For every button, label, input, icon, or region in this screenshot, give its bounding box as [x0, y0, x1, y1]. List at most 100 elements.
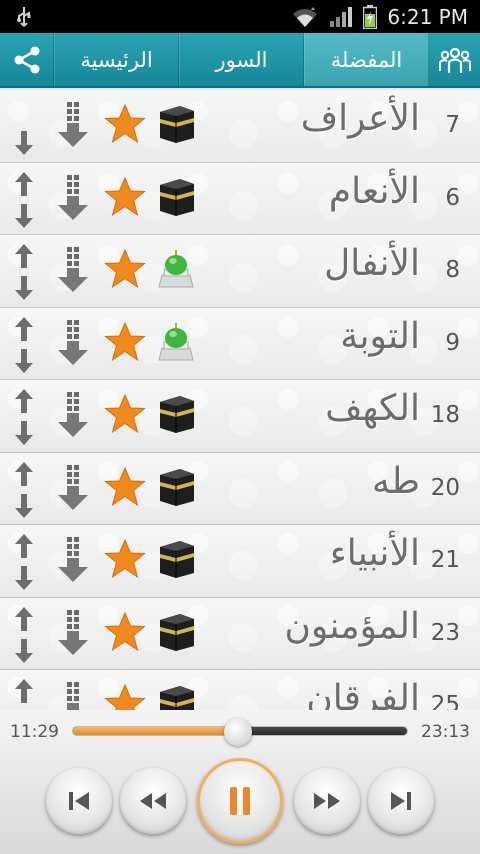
- list-item[interactable]: الكهف 18: [0, 380, 480, 453]
- people-button[interactable]: [429, 33, 480, 86]
- move-up-icon[interactable]: [12, 243, 36, 273]
- reorder-controls: [12, 459, 36, 519]
- star-icon[interactable]: [104, 103, 146, 148]
- download-icon[interactable]: [56, 392, 90, 442]
- move-down-icon[interactable]: [12, 638, 36, 668]
- move-up-icon[interactable]: [12, 316, 36, 346]
- seek-thumb[interactable]: [224, 718, 253, 746]
- seek-bar[interactable]: [72, 718, 408, 746]
- sura-name: الأنفال: [324, 243, 420, 284]
- move-down-icon[interactable]: [12, 565, 36, 595]
- signal-icon: [329, 6, 353, 28]
- next-button[interactable]: [368, 768, 434, 834]
- star-icon[interactable]: [104, 393, 146, 438]
- sura-name: التوبة: [340, 315, 420, 357]
- reorder-controls: [12, 604, 36, 664]
- status-time: 6:21 PM: [387, 4, 468, 29]
- pause-button[interactable]: [197, 758, 283, 844]
- tab-home[interactable]: الرئيسية: [54, 33, 179, 86]
- reorder-controls: [12, 314, 36, 374]
- sura-number: 25: [430, 692, 460, 710]
- sura-number: 20: [430, 474, 460, 501]
- download-icon[interactable]: [56, 319, 90, 370]
- usb-icon: [16, 6, 32, 28]
- download-icon[interactable]: [56, 537, 90, 587]
- download-icon[interactable]: [56, 174, 90, 225]
- previous-icon: [69, 792, 89, 810]
- audio-player: 11:29 23:13: [0, 710, 480, 854]
- list-item[interactable]: الأنعام 6: [0, 162, 480, 235]
- status-bar: 6:21 PM: [0, 0, 480, 33]
- move-down-icon[interactable]: [12, 275, 36, 305]
- pause-icon: [230, 787, 250, 815]
- list-item[interactable]: طه 20: [0, 452, 480, 525]
- list-item[interactable]: الأعراف 7: [0, 90, 480, 163]
- star-icon[interactable]: [104, 248, 146, 293]
- fast-forward-icon: [314, 793, 340, 809]
- sura-number: 18: [430, 402, 460, 428]
- move-down-icon[interactable]: [12, 130, 36, 160]
- star-icon[interactable]: [104, 683, 146, 710]
- star-icon[interactable]: [104, 321, 146, 366]
- download-icon[interactable]: [56, 247, 90, 297]
- seek-progress: [73, 727, 239, 735]
- star-icon[interactable]: [104, 176, 146, 221]
- sura-number: 23: [430, 619, 460, 646]
- people-icon: [438, 47, 471, 73]
- star-icon[interactable]: [104, 466, 146, 511]
- sura-name: طه: [372, 460, 420, 502]
- download-icon[interactable]: [56, 682, 90, 710]
- move-down-icon[interactable]: [12, 203, 36, 233]
- list-item[interactable]: الفرقان 25: [0, 670, 480, 710]
- reorder-controls: [12, 676, 36, 710]
- sura-number: 7: [445, 112, 460, 138]
- sura-name: الأنعام: [328, 170, 420, 212]
- kaaba-icon: [156, 392, 196, 438]
- sura-name: الأعراف: [300, 98, 420, 139]
- kaaba-icon: [156, 465, 196, 511]
- star-icon[interactable]: [104, 611, 146, 656]
- move-down-icon[interactable]: [12, 420, 36, 450]
- move-up-icon[interactable]: [12, 461, 36, 491]
- move-down-icon[interactable]: [12, 493, 36, 523]
- download-icon[interactable]: [56, 609, 90, 660]
- tab-favorites[interactable]: المفضلة: [304, 33, 429, 86]
- move-up-icon[interactable]: [12, 606, 36, 636]
- green-dome-icon: [156, 320, 196, 366]
- fast-forward-button[interactable]: [294, 768, 360, 834]
- list-item[interactable]: المؤمنون 23: [0, 597, 480, 670]
- sura-name: الفرقان: [306, 678, 420, 710]
- move-up-icon[interactable]: [12, 678, 36, 708]
- sura-name: المؤمنون: [284, 605, 420, 647]
- download-icon[interactable]: [56, 102, 90, 152]
- rewind-button[interactable]: [120, 768, 186, 834]
- green-dome-icon: [156, 247, 196, 293]
- previous-button[interactable]: [46, 768, 112, 834]
- list-item[interactable]: الأنفال 8: [0, 235, 480, 308]
- favorites-list[interactable]: الأعراف 7 الأنعام 6 الأنفال 8 التوبة 9 الكهف 18 طه…: [0, 90, 480, 710]
- sura-number: 6: [445, 184, 460, 211]
- total-time: 23:13: [421, 722, 470, 742]
- rewind-icon: [140, 793, 166, 809]
- tab-suras[interactable]: السور: [179, 33, 304, 86]
- list-item[interactable]: الأنبياء 21: [0, 525, 480, 598]
- download-icon[interactable]: [56, 464, 90, 515]
- move-up-icon[interactable]: [12, 388, 36, 418]
- kaaba-icon: [156, 682, 196, 710]
- reorder-controls: [12, 241, 36, 301]
- kaaba-icon: [156, 175, 196, 221]
- move-down-icon[interactable]: [12, 348, 36, 378]
- reorder-controls: [12, 96, 36, 156]
- sura-number: 9: [445, 329, 460, 356]
- battery-icon: [363, 4, 378, 29]
- next-icon: [391, 792, 411, 810]
- move-up-icon[interactable]: [12, 533, 36, 563]
- move-up-icon[interactable]: [12, 171, 36, 201]
- star-icon[interactable]: [104, 538, 146, 583]
- sura-name: الأنبياء: [329, 533, 420, 574]
- reorder-controls: [12, 386, 36, 446]
- kaaba-icon: [156, 102, 196, 148]
- share-button[interactable]: [0, 33, 54, 86]
- list-item[interactable]: التوبة 9: [0, 307, 480, 380]
- share-icon: [14, 46, 39, 73]
